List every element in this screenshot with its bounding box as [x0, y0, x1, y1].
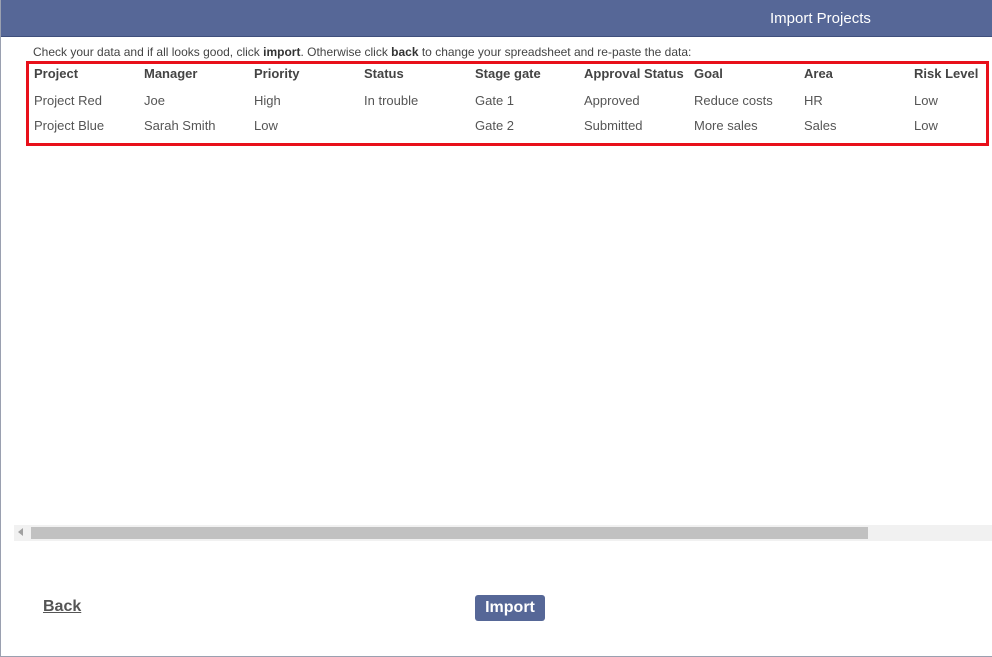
column-header: Approval Status: [584, 66, 684, 81]
column-header: Stage gate: [475, 66, 541, 81]
column-header: Risk Level: [914, 66, 979, 81]
table-cell: More sales: [694, 118, 758, 133]
column-header: Priority: [254, 66, 300, 81]
scrollbar-thumb[interactable]: [31, 527, 868, 539]
back-link[interactable]: Back: [43, 598, 81, 616]
import-projects-dialog: Import Projects Check your data and if a…: [0, 0, 992, 657]
table-cell: Gate 1: [475, 93, 515, 108]
import-button[interactable]: Import: [475, 595, 545, 621]
instructions-part1: Check your data and if all looks good, c…: [33, 45, 264, 59]
horizontal-scrollbar[interactable]: [14, 525, 992, 541]
column-header: Area: [804, 66, 833, 81]
table-cell: In trouble: [364, 93, 419, 108]
table-cell: Sales: [804, 118, 837, 133]
table-cell: Low: [914, 118, 938, 133]
instructions-part3: to change your spreadsheet and re-paste …: [418, 45, 692, 59]
table-cell: High: [254, 93, 281, 108]
table-cell: Sarah Smith: [144, 118, 216, 133]
instructions-text: Check your data and if all looks good, c…: [33, 45, 691, 59]
instructions-part2: . Otherwise click: [300, 45, 392, 59]
column-header: Status: [364, 66, 404, 81]
instructions-back-word: back: [391, 45, 419, 59]
table-cell: Gate 2: [475, 118, 515, 133]
dialog-title: Import Projects: [770, 10, 871, 27]
table-cell: Reduce costs: [694, 93, 773, 108]
table-cell: Project Blue: [34, 118, 105, 133]
scroll-left-icon[interactable]: [18, 528, 23, 536]
table-cell: Submitted: [584, 118, 643, 133]
table-cell: Low: [254, 118, 278, 133]
column-header: Goal: [694, 66, 723, 81]
column-header: Project: [34, 66, 79, 81]
table-cell: Low: [914, 93, 938, 108]
column-header: Manager: [144, 66, 198, 81]
dialog-titlebar: Import Projects: [1, 0, 992, 37]
table-cell: Joe: [144, 93, 165, 108]
table-cell: Approved: [584, 93, 640, 108]
instructions-import-word: import: [263, 45, 301, 59]
table-cell: HR: [804, 93, 823, 108]
table-cell: Project Red: [34, 93, 102, 108]
